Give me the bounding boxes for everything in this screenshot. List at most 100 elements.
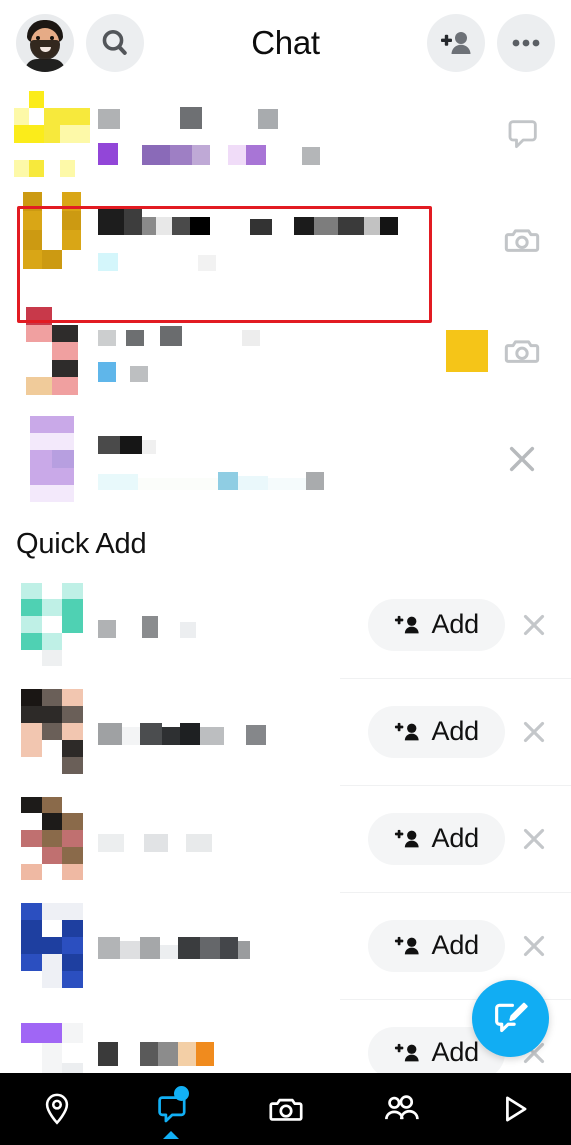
chat-avatar[interactable] (14, 307, 90, 395)
profile-avatar-button[interactable] (16, 14, 74, 72)
search-icon (102, 29, 127, 55)
avatar-redacted (30, 416, 74, 502)
quick-add-name-area (90, 719, 368, 745)
quick-add-row[interactable]: Add (0, 892, 571, 999)
friends-icon (384, 1095, 419, 1120)
quick-add-avatar[interactable] (14, 902, 90, 989)
add-person-icon (394, 1043, 419, 1061)
close-x-icon (523, 614, 545, 635)
nav-item-stories[interactable] (457, 1073, 571, 1145)
avatar-redacted (21, 796, 83, 881)
avatar-redacted (23, 192, 81, 288)
chat-text-area (90, 209, 491, 271)
add-friend-button[interactable]: Add (367, 705, 505, 758)
chat-action-button[interactable] (491, 439, 553, 479)
chat-row[interactable] (0, 298, 571, 404)
chat-list (0, 86, 571, 514)
dismiss-suggestion-button[interactable] (511, 608, 557, 642)
quick-add-row[interactable]: Add (0, 785, 571, 892)
add-button-label: Add (431, 1037, 480, 1067)
chat-text-area (90, 103, 491, 165)
quick-add-avatar[interactable] (14, 582, 90, 667)
quick-add-name-area (90, 933, 368, 959)
chat-row[interactable] (0, 404, 571, 514)
quick-add-row[interactable]: Add (0, 571, 571, 678)
add-button-label: Add (431, 609, 480, 639)
text-redacted (98, 139, 491, 165)
add-friend-icon (441, 32, 471, 54)
dismiss-suggestion-button[interactable] (511, 929, 557, 963)
nav-item-friends[interactable] (343, 1073, 457, 1145)
add-person-icon (394, 722, 419, 740)
chat-text-area (90, 428, 491, 490)
page-title: Chat (251, 24, 320, 61)
chat-unread-badge (173, 1086, 189, 1101)
chat-text-area (90, 320, 443, 382)
chat-avatar[interactable] (14, 91, 90, 177)
play-icon (505, 1096, 527, 1122)
dismiss-suggestion-button[interactable] (511, 715, 557, 749)
text-redacted (98, 612, 368, 638)
add-person-icon (394, 615, 419, 633)
app-header: Chat (0, 0, 571, 86)
bitmoji-avatar (16, 14, 74, 72)
add-person-icon (394, 829, 419, 847)
text-redacted (98, 826, 368, 852)
snap-thumbnail[interactable] (443, 330, 491, 372)
quick-add-row[interactable]: Add (0, 678, 571, 785)
close-x-icon (523, 828, 545, 849)
quick-add-name-area (90, 612, 368, 638)
chat-action-button[interactable] (491, 220, 553, 260)
chat-row[interactable] (0, 86, 571, 182)
add-friend-button[interactable]: Add (367, 598, 505, 651)
more-options-button[interactable] (497, 14, 555, 72)
text-redacted (98, 428, 491, 454)
avatar-redacted (14, 91, 90, 177)
snapchat-chat-screen: Chat Quick Add Add Add Add Add Add (0, 0, 571, 1145)
chat-bubble-icon (508, 120, 537, 149)
text-redacted (98, 1040, 368, 1066)
chat-action-button[interactable] (491, 331, 553, 371)
add-button-label: Add (431, 930, 480, 960)
camera-icon (504, 229, 540, 252)
text-redacted (98, 320, 443, 346)
avatar-redacted (21, 582, 83, 667)
add-friend-button[interactable] (427, 14, 485, 72)
quick-add-avatar[interactable] (14, 796, 90, 881)
chat-action-button[interactable] (491, 114, 553, 154)
text-redacted (98, 245, 491, 271)
text-redacted (98, 464, 491, 490)
quick-add-avatar[interactable] (14, 688, 90, 775)
add-friend-button[interactable]: Add (367, 919, 505, 972)
more-options-icon (512, 39, 540, 47)
camera-icon (504, 340, 540, 363)
text-redacted (98, 103, 491, 129)
add-person-icon (394, 936, 419, 954)
compose-chat-icon (494, 1002, 528, 1032)
close-x-icon (523, 935, 545, 956)
quick-add-name-area (90, 826, 368, 852)
avatar-redacted (21, 902, 83, 989)
close-x-icon (509, 446, 535, 472)
add-friend-button[interactable]: Add (367, 812, 505, 865)
avatar-redacted (26, 307, 78, 395)
avatar-redacted (21, 688, 83, 775)
close-x-icon (523, 721, 545, 742)
search-button[interactable] (86, 14, 144, 72)
text-redacted (98, 356, 443, 382)
quick-add-name-area (90, 1040, 368, 1066)
bottom-navigation-bar (0, 1073, 571, 1145)
dismiss-suggestion-button[interactable] (511, 822, 557, 856)
chat-row[interactable] (0, 182, 571, 298)
nav-item-camera[interactable] (228, 1073, 342, 1145)
chat-avatar[interactable] (14, 192, 90, 288)
text-redacted (98, 933, 368, 959)
new-chat-fab[interactable] (472, 980, 549, 1057)
chat-avatar[interactable] (14, 416, 90, 502)
add-button-label: Add (431, 716, 480, 746)
add-button-label: Add (431, 823, 480, 853)
nav-item-chat[interactable] (114, 1073, 228, 1145)
nav-item-map[interactable] (0, 1073, 114, 1145)
text-redacted (98, 719, 368, 745)
active-tab-indicator (163, 1131, 180, 1139)
